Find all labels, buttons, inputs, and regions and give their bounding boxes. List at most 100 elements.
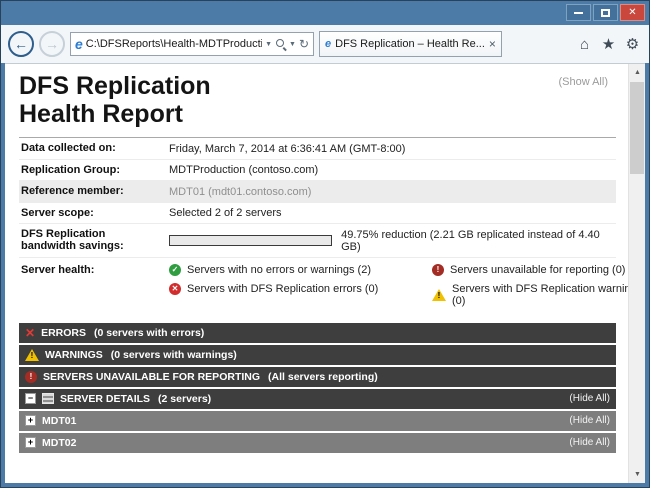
info-value: Selected 2 of 2 servers (169, 207, 282, 220)
bandwidth-progress-bar (169, 235, 332, 246)
info-row-server-scope: Server scope: Selected 2 of 2 servers (19, 203, 616, 225)
scroll-down-button[interactable]: ▼ (629, 466, 646, 483)
refresh-icon[interactable]: ↻ (299, 38, 309, 50)
page-title-line1: DFS Replication (19, 72, 616, 100)
back-icon: ← (14, 36, 28, 52)
back-button[interactable]: ← (8, 31, 34, 57)
info-label: Reference member: (21, 185, 169, 197)
warning-triangle-icon: ! (25, 349, 39, 361)
browser-window: ✕ ← → e C:\DFSReports\Health-MDTProducti… (0, 0, 650, 488)
home-icon: ⌂ (580, 36, 589, 53)
health-item-text: Servers with DFS Replication errors (0) (187, 283, 378, 295)
health-item-no-errors: ✓ Servers with no errors or warnings (2) (169, 264, 394, 276)
minimize-icon (574, 12, 583, 14)
error-cross-icon: ✕ (169, 283, 181, 295)
server-icon (42, 393, 54, 404)
vertical-scrollbar[interactable]: ▲ ▼ (628, 64, 645, 483)
info-label: DFS Replication bandwidth savings: (21, 228, 169, 252)
home-button[interactable]: ⌂ (575, 36, 594, 53)
search-dropdown-icon[interactable]: ▼ (289, 41, 296, 48)
section-warnings[interactable]: ! WARNINGS (0 servers with warnings) (19, 345, 616, 365)
health-column-left: ✓ Servers with no errors or warnings (2)… (169, 264, 394, 307)
info-label: Server scope: (21, 207, 169, 219)
section-servers-unavailable[interactable]: ! SERVERS UNAVAILABLE FOR REPORTING (All… (19, 367, 616, 387)
hide-all-link[interactable]: (Hide All) (569, 437, 610, 448)
hide-all-link[interactable]: (Hide All) (569, 393, 610, 404)
tab-dfs-replication-health-report[interactable]: e DFS Replication – Health Re... × (319, 31, 502, 57)
unavailable-exclaim-icon: ! (432, 264, 444, 276)
minimize-button[interactable] (566, 4, 591, 21)
expand-toggle-icon[interactable]: + (25, 437, 36, 448)
info-value: Friday, March 7, 2014 at 6:36:41 AM (GMT… (169, 142, 405, 155)
expand-toggle-icon[interactable]: + (25, 415, 36, 426)
health-item-text: Servers unavailable for reporting (0) (450, 264, 625, 276)
page-title-line2: Health Report (19, 100, 616, 128)
section-count: (0 servers with errors) (94, 327, 204, 339)
bandwidth-text: 49.75% reduction (2.21 GB replicated ins… (341, 229, 614, 253)
hide-all-link[interactable]: (Hide All) (569, 415, 610, 426)
tab-title: DFS Replication – Health Re... (335, 38, 485, 50)
section-count: (All servers reporting) (268, 371, 378, 383)
report-sections: ✕ ERRORS (0 servers with errors) ! WARNI… (19, 323, 616, 453)
bandwidth-value: 49.75% reduction (2.21 GB replicated ins… (169, 228, 614, 253)
forward-button[interactable]: → (39, 31, 65, 57)
server-row-mdt01[interactable]: + MDT01 (Hide All) (19, 411, 616, 431)
section-title: SERVERS UNAVAILABLE FOR REPORTING (43, 371, 260, 383)
browser-toolbar: ← → e C:\DFSReports\Health-MDTProduction… (1, 25, 649, 63)
info-row-replication-group: Replication Group: MDTProduction (contos… (19, 160, 616, 182)
collapse-toggle-icon[interactable]: − (25, 393, 36, 404)
settings-button[interactable]: ⚙ (623, 35, 642, 53)
maximize-icon (601, 9, 610, 17)
server-name: MDT01 (42, 415, 76, 427)
info-label: Server health: (21, 264, 169, 276)
title-bar: ✕ (1, 1, 649, 25)
server-name: MDT02 (42, 437, 76, 449)
search-icon[interactable] (275, 38, 286, 50)
maximize-button[interactable] (593, 4, 618, 21)
warning-triangle-icon: ! (432, 289, 446, 301)
page-content: DFS Replication Health Report (Show All)… (5, 63, 645, 483)
close-icon: ✕ (628, 8, 636, 18)
errors-x-icon: ✕ (25, 327, 35, 339)
close-button[interactable]: ✕ (620, 4, 645, 21)
ie-logo-icon: e (75, 37, 83, 51)
report-header: DFS Replication Health Report (Show All) (19, 72, 616, 128)
section-server-details[interactable]: − SERVER DETAILS (2 servers) (Hide All) (19, 389, 616, 409)
info-row-data-collected: Data collected on: Friday, March 7, 2014… (19, 138, 616, 160)
address-dropdown-icon[interactable]: ▼ (265, 41, 272, 48)
scrollbar-thumb[interactable] (630, 82, 644, 174)
health-item-warnings: ! Servers with DFS Replication warnings … (432, 283, 628, 307)
health-item-errors: ✕ Servers with DFS Replication errors (0… (169, 283, 394, 295)
info-row-bandwidth-savings: DFS Replication bandwidth savings: 49.75… (19, 224, 616, 258)
address-bar[interactable]: e C:\DFSReports\Health-MDTProduction-07M… (70, 32, 314, 56)
info-row-reference-member: Reference member: MDT01 (mdt01.contoso.c… (19, 181, 616, 203)
section-title: SERVER DETAILS (60, 393, 150, 405)
scroll-up-button[interactable]: ▲ (629, 64, 646, 81)
unavailable-exclaim-icon: ! (25, 371, 37, 383)
tab-favicon: e (325, 37, 331, 51)
report-page: DFS Replication Health Report (Show All)… (5, 64, 628, 483)
info-label: Replication Group: (21, 164, 169, 176)
section-errors[interactable]: ✕ ERRORS (0 servers with errors) (19, 323, 616, 343)
info-value: MDTProduction (contoso.com) (169, 164, 318, 177)
section-count: (0 servers with warnings) (111, 349, 237, 361)
favorites-button[interactable]: ★ (599, 35, 618, 53)
favorites-star-icon: ★ (602, 36, 615, 53)
section-title: WARNINGS (45, 349, 103, 361)
success-check-icon: ✓ (169, 264, 181, 276)
health-item-text: Servers with no errors or warnings (2) (187, 264, 371, 276)
health-column-right: ! Servers unavailable for reporting (0) … (432, 264, 628, 307)
info-value: MDT01 (mdt01.contoso.com) (169, 185, 311, 198)
show-all-link[interactable]: (Show All) (558, 76, 608, 88)
window-controls: ✕ (566, 4, 645, 21)
scroll-down-icon: ▼ (634, 471, 641, 478)
gear-icon: ⚙ (626, 36, 639, 53)
section-title: ERRORS (41, 327, 86, 339)
tab-close-icon[interactable]: × (489, 38, 496, 50)
forward-icon: → (45, 36, 59, 52)
address-url[interactable]: C:\DFSReports\Health-MDTProduction-07M (86, 38, 262, 50)
health-grid: ✓ Servers with no errors or warnings (2)… (169, 264, 628, 307)
section-count: (2 servers) (158, 393, 211, 405)
server-row-mdt02[interactable]: + MDT02 (Hide All) (19, 433, 616, 453)
health-item-unavailable: ! Servers unavailable for reporting (0) (432, 264, 628, 276)
